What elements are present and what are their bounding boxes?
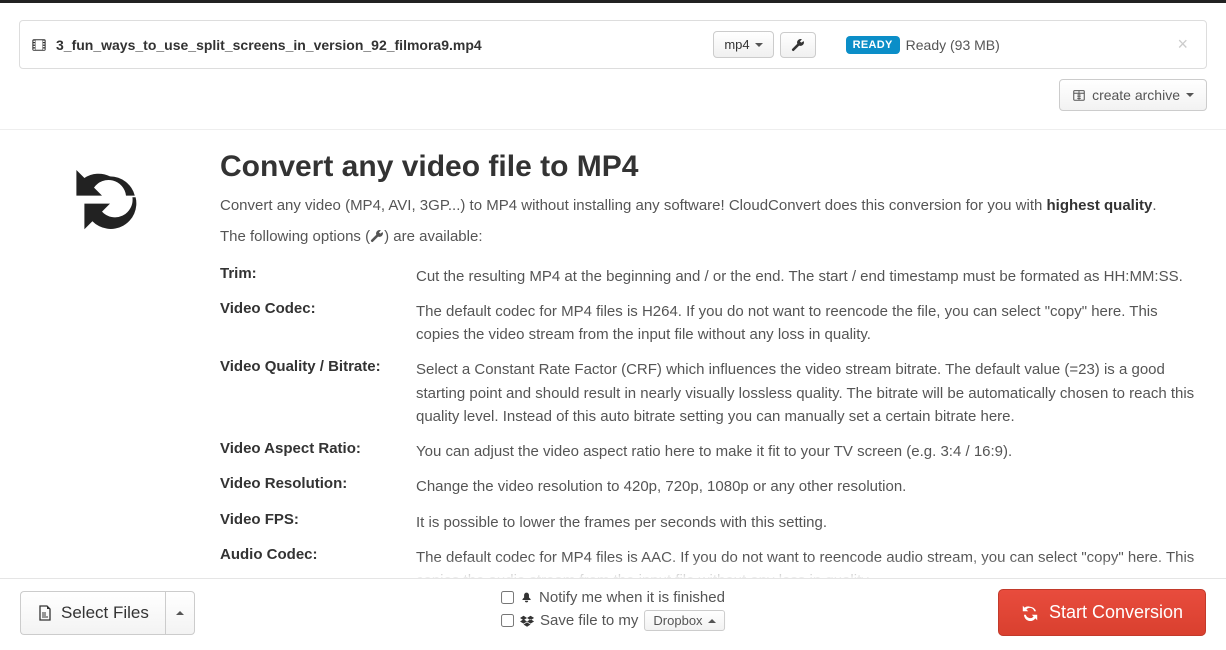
notify-label: Notify me when it is finished: [539, 589, 725, 606]
option-row: Video Quality / Bitrate:Select a Constan…: [220, 352, 1196, 434]
settings-button[interactable]: [780, 32, 816, 58]
archive-icon: [1072, 88, 1086, 102]
option-desc: You can adjust the video aspect ratio he…: [416, 440, 1196, 463]
select-files-label: Select Files: [61, 603, 149, 623]
page-title: Convert any video file to MP4: [220, 150, 1196, 184]
archive-label: create archive: [1092, 87, 1180, 103]
option-label: Video Codec:: [220, 300, 416, 347]
lead-paragraph: Convert any video (MP4, AVI, 3GP...) to …: [220, 194, 1196, 217]
start-label: Start Conversion: [1049, 602, 1183, 623]
chevron-up-icon: [176, 611, 184, 615]
create-archive-button[interactable]: create archive: [1059, 79, 1207, 111]
option-row: Video Codec:The default codec for MP4 fi…: [220, 294, 1196, 353]
format-dropdown[interactable]: mp4: [713, 31, 773, 58]
bottom-bar: Select Files Notify me when it is finish…: [0, 578, 1226, 650]
option-row: Trim:Cut the resulting MP4 at the beginn…: [220, 259, 1196, 294]
file-icon: [37, 605, 53, 621]
ready-badge: READY: [846, 36, 900, 54]
file-controls: mp4: [713, 31, 815, 58]
select-files-group: Select Files: [20, 591, 195, 635]
option-label: Video FPS:: [220, 511, 416, 534]
status-group: READY Ready (93 MB): [846, 36, 1000, 54]
main-content: Convert any video file to MP4 Convert an…: [0, 144, 1226, 634]
option-row: Video FPS:It is possible to lower the fr…: [220, 505, 1196, 540]
lead-suffix: .: [1152, 197, 1156, 214]
center-options: Notify me when it is finished Save file …: [501, 589, 725, 631]
option-label: Video Quality / Bitrate:: [220, 358, 416, 428]
notify-checkbox[interactable]: [501, 591, 514, 604]
option-row: Video Resolution:Change the video resolu…: [220, 469, 1196, 504]
wrench-icon: [370, 227, 384, 250]
lead-strong: highest quality: [1047, 197, 1153, 214]
options-intro-prefix: The following options (: [220, 228, 370, 245]
archive-row: create archive: [0, 69, 1226, 130]
convert-icon-col: [30, 144, 190, 634]
option-desc: It is possible to lower the frames per s…: [416, 511, 1196, 534]
file-row: 3_fun_ways_to_use_split_screens_in_versi…: [19, 20, 1207, 69]
content-column: Convert any video file to MP4 Convert an…: [220, 144, 1196, 634]
film-icon: [32, 38, 46, 52]
dropbox-icon: [520, 614, 534, 628]
storage-dropdown[interactable]: Dropbox: [644, 610, 724, 631]
option-desc: Select a Constant Rate Factor (CRF) whic…: [416, 358, 1196, 428]
lead-prefix: Convert any video (MP4, AVI, 3GP...) to …: [220, 197, 1047, 214]
refresh-icon: [1021, 604, 1039, 622]
chevron-up-icon: [708, 619, 716, 623]
top-border: [0, 0, 1226, 3]
save-label: Save file to my: [540, 612, 638, 629]
chevron-down-icon: [755, 43, 763, 47]
option-label: Trim:: [220, 265, 416, 288]
storage-label: Dropbox: [653, 613, 702, 628]
remove-file-button[interactable]: ×: [1171, 34, 1194, 55]
options-intro-suffix: ) are available:: [384, 228, 482, 245]
bell-icon: [520, 591, 533, 604]
select-files-button[interactable]: Select Files: [20, 591, 165, 635]
file-name: 3_fun_ways_to_use_split_screens_in_versi…: [56, 37, 482, 53]
save-checkbox[interactable]: [501, 614, 514, 627]
option-label: Video Aspect Ratio:: [220, 440, 416, 463]
format-label: mp4: [724, 37, 749, 52]
status-text: Ready (93 MB): [906, 37, 1000, 53]
select-files-dropdown[interactable]: [165, 591, 195, 635]
option-row: Video Aspect Ratio:You can adjust the vi…: [220, 434, 1196, 469]
notify-option[interactable]: Notify me when it is finished: [501, 589, 725, 606]
wrench-icon: [791, 38, 805, 52]
chevron-down-icon: [1186, 93, 1194, 97]
convert-icon: [70, 162, 150, 242]
options-intro: The following options ( ) are available:: [220, 225, 1196, 250]
save-option: Save file to my Dropbox: [501, 610, 725, 631]
start-conversion-button[interactable]: Start Conversion: [998, 589, 1206, 636]
option-desc: Change the video resolution to 420p, 720…: [416, 475, 1196, 498]
option-label: Video Resolution:: [220, 475, 416, 498]
option-desc: Cut the resulting MP4 at the beginning a…: [416, 265, 1196, 288]
option-desc: The default codec for MP4 files is H264.…: [416, 300, 1196, 347]
